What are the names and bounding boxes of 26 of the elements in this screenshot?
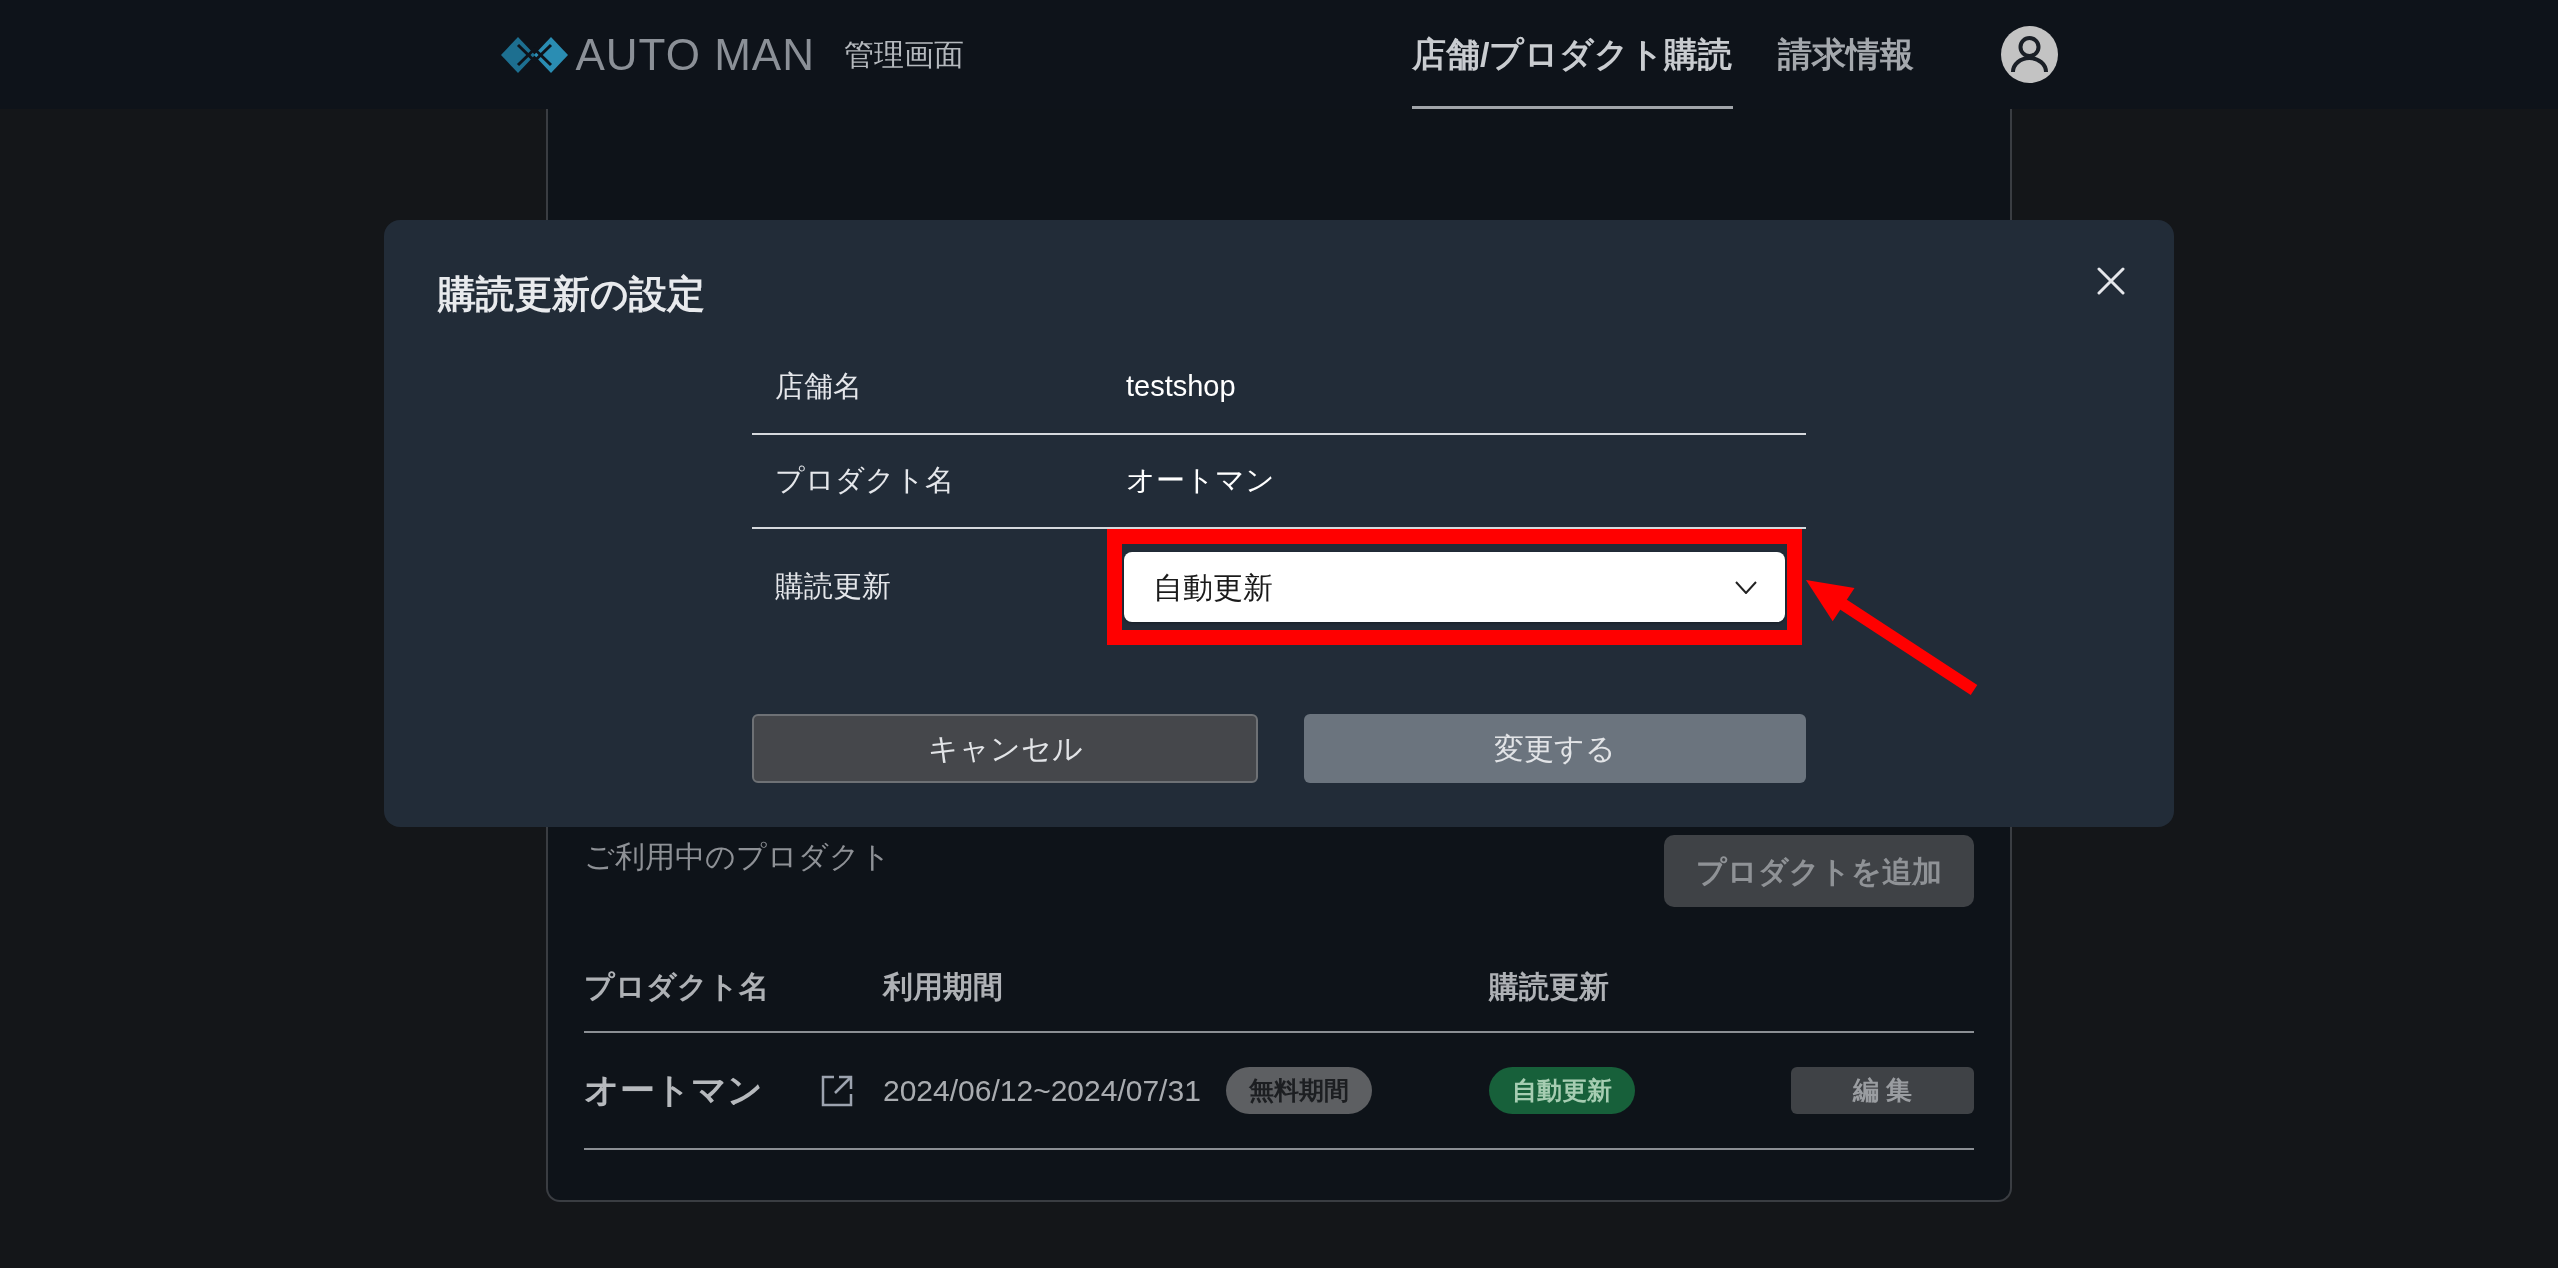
column-header: 購読更新 xyxy=(1489,968,1609,1005)
logo-icon xyxy=(500,36,568,73)
confirm-button[interactable]: 変更する xyxy=(1304,714,1806,783)
header-subtitle: 管理画面 xyxy=(843,37,964,73)
user-avatar-icon[interactable] xyxy=(2000,26,2058,83)
renewal-status-badge: 自動更新 xyxy=(1489,1067,1635,1114)
field-value: testshop xyxy=(1125,369,1236,405)
renewal-select[interactable]: 自動更新 xyxy=(1124,552,1785,622)
chevron-down-icon xyxy=(1735,580,1757,594)
free-period-badge: 無料期間 xyxy=(1225,1067,1372,1114)
usage-period: 2024/06/12~2024/07/31 xyxy=(883,1073,1201,1109)
field-value: オートマン xyxy=(1125,463,1275,499)
logo-text: AUTO MAN xyxy=(575,32,815,77)
external-link-icon[interactable] xyxy=(820,1073,854,1108)
cancel-button[interactable]: キャンセル xyxy=(752,714,1258,783)
field-label: 店舗名 xyxy=(775,370,862,403)
close-icon[interactable] xyxy=(2097,267,2125,295)
edit-button[interactable]: 編 集 xyxy=(1791,1067,1974,1114)
section-title: ご利用中のプロダクト xyxy=(584,839,891,875)
product-name: オートマン xyxy=(584,1069,763,1112)
nav-tab[interactable]: 請求情報 xyxy=(1777,0,1914,109)
dialog-title: 購読更新の設定 xyxy=(438,272,705,317)
column-header: 利用期間 xyxy=(883,968,1003,1005)
field-label: 購読更新 xyxy=(775,570,891,603)
column-header: プロダクト名 xyxy=(584,968,769,1005)
field-label: プロダクト名 xyxy=(775,464,954,497)
